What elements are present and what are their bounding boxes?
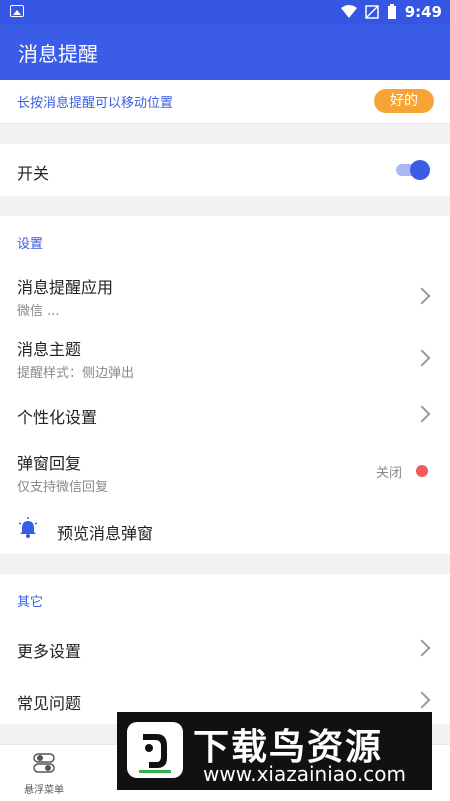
tab-floating-menu[interactable]: 悬浮菜单 (16, 751, 72, 796)
other-title: 常见问题 (17, 694, 82, 713)
other-item-more-settings[interactable]: 更多设置 (0, 628, 450, 668)
wifi-icon (340, 5, 357, 18)
setting-item-personalize[interactable]: 个性化设置 (0, 394, 450, 434)
settings-caption: 设置 (17, 237, 44, 252)
image-notification-icon (10, 5, 24, 17)
setting-item-theme[interactable]: 消息主题 提醒样式：侧边弹出 (0, 328, 450, 386)
clock: 9:49 (404, 3, 442, 21)
status-bar: 9:49 (0, 0, 450, 24)
chevron-right-icon (413, 349, 431, 367)
chevron-right-icon (413, 405, 431, 423)
tab-label: 悬浮菜单 (24, 785, 64, 796)
setting-subtitle: 仅支持微信回复 (17, 480, 109, 495)
setting-title: 个性化设置 (17, 408, 98, 427)
bell-icon (18, 517, 38, 538)
watermark: 下载鸟资源 www.xiazainiao.com (117, 712, 432, 790)
status-dot-icon (416, 465, 428, 477)
no-sim-icon (364, 5, 379, 19)
setting-subtitle: 微信 ... (17, 304, 60, 319)
other-title: 更多设置 (17, 642, 82, 661)
app-bar: 消息提醒 (0, 24, 450, 80)
toggle-thumb (410, 160, 430, 180)
tip-ok-button[interactable]: 好的 (374, 89, 434, 113)
page-title: 消息提醒 (18, 42, 98, 66)
setting-title: 消息主题 (17, 340, 82, 359)
master-toggle[interactable] (396, 160, 430, 180)
bird-logo-graphic (139, 734, 171, 773)
setting-subtitle: 提醒样式：侧边弹出 (17, 366, 135, 381)
setting-item-popup-reply[interactable]: 弹窗回复 仅支持微信回复 关闭 (0, 444, 450, 500)
battery-icon (387, 4, 396, 19)
setting-title: 消息提醒应用 (17, 278, 114, 297)
chevron-right-icon (413, 639, 431, 657)
bird-logo-icon (127, 722, 183, 778)
chevron-right-icon (413, 287, 431, 305)
switch-label: 开关 (17, 164, 50, 183)
setting-item-notify-apps[interactable]: 消息提醒应用 微信 ... (0, 266, 450, 324)
other-section: 其它 更多设置 常见问题 (0, 574, 450, 724)
setting-title: 弹窗回复 (17, 454, 82, 473)
settings-section: 设置 消息提醒应用 微信 ... 消息主题 提醒样式：侧边弹出 个性化设置 弹窗… (0, 216, 450, 554)
setting-item-preview[interactable]: 预览消息弹窗 (0, 510, 450, 550)
tip-banner: 长按消息提醒可以移动位置 好的 (0, 80, 450, 124)
status-icons: 9:49 (340, 3, 442, 21)
tip-text: 长按消息提醒可以移动位置 (17, 96, 174, 111)
switch-row[interactable]: 开关 (0, 144, 450, 196)
setting-title: 预览消息弹窗 (57, 524, 154, 543)
popup-reply-status: 关闭 (375, 466, 402, 481)
floating-menu-icon (33, 753, 55, 773)
watermark-url: www.xiazainiao.com (203, 762, 406, 786)
switch-section: 开关 (0, 144, 450, 196)
other-caption: 其它 (17, 595, 44, 610)
chevron-right-icon (413, 691, 431, 709)
